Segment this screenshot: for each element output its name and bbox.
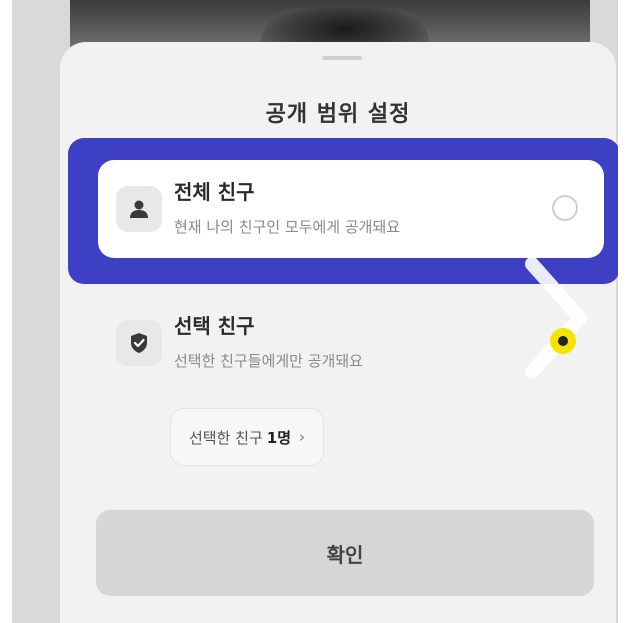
option-selected-friends[interactable]: 선택 친구 선택한 친구들에게만 공개돼요 [98, 294, 604, 392]
option-all-friends[interactable]: 전체 친구 현재 나의 친구인 모두에게 공개돼요 [98, 160, 604, 258]
sheet-title: 공개 범위 설정 [265, 102, 411, 127]
screen-frame: 공개 범위 설정 전체 친구 현재 나의 친구인 모두에게 공개돼요 선택 친구… [12, 0, 618, 623]
radio-all-friends[interactable] [552, 195, 578, 221]
option-all-friends-title: 전체 친구 [174, 180, 255, 204]
confirm-button[interactable]: 확인 [96, 510, 594, 596]
sheet-grabber[interactable] [322, 56, 362, 60]
selected-friends-count: 1명 [266, 428, 292, 447]
check-circle-icon [116, 320, 162, 366]
option-selected-friends-description: 선택한 친구들에게만 공개돼요 [174, 352, 363, 370]
chevron-right-icon: › [299, 428, 306, 446]
person-icon [116, 186, 162, 232]
selected-friends-label: 선택한 친구 [189, 428, 263, 447]
radio-selected-friends[interactable] [550, 328, 576, 354]
option-selected-friends-title: 선택 친구 [174, 314, 255, 338]
option-all-friends-description: 현재 나의 친구인 모두에게 공개돼요 [174, 218, 401, 236]
radio-selected-dot [558, 336, 568, 346]
selected-friends-button[interactable]: 선택한 친구 1명 › [170, 408, 325, 466]
privacy-bottom-sheet: 공개 범위 설정 전체 친구 현재 나의 친구인 모두에게 공개돼요 선택 친구… [60, 42, 618, 623]
